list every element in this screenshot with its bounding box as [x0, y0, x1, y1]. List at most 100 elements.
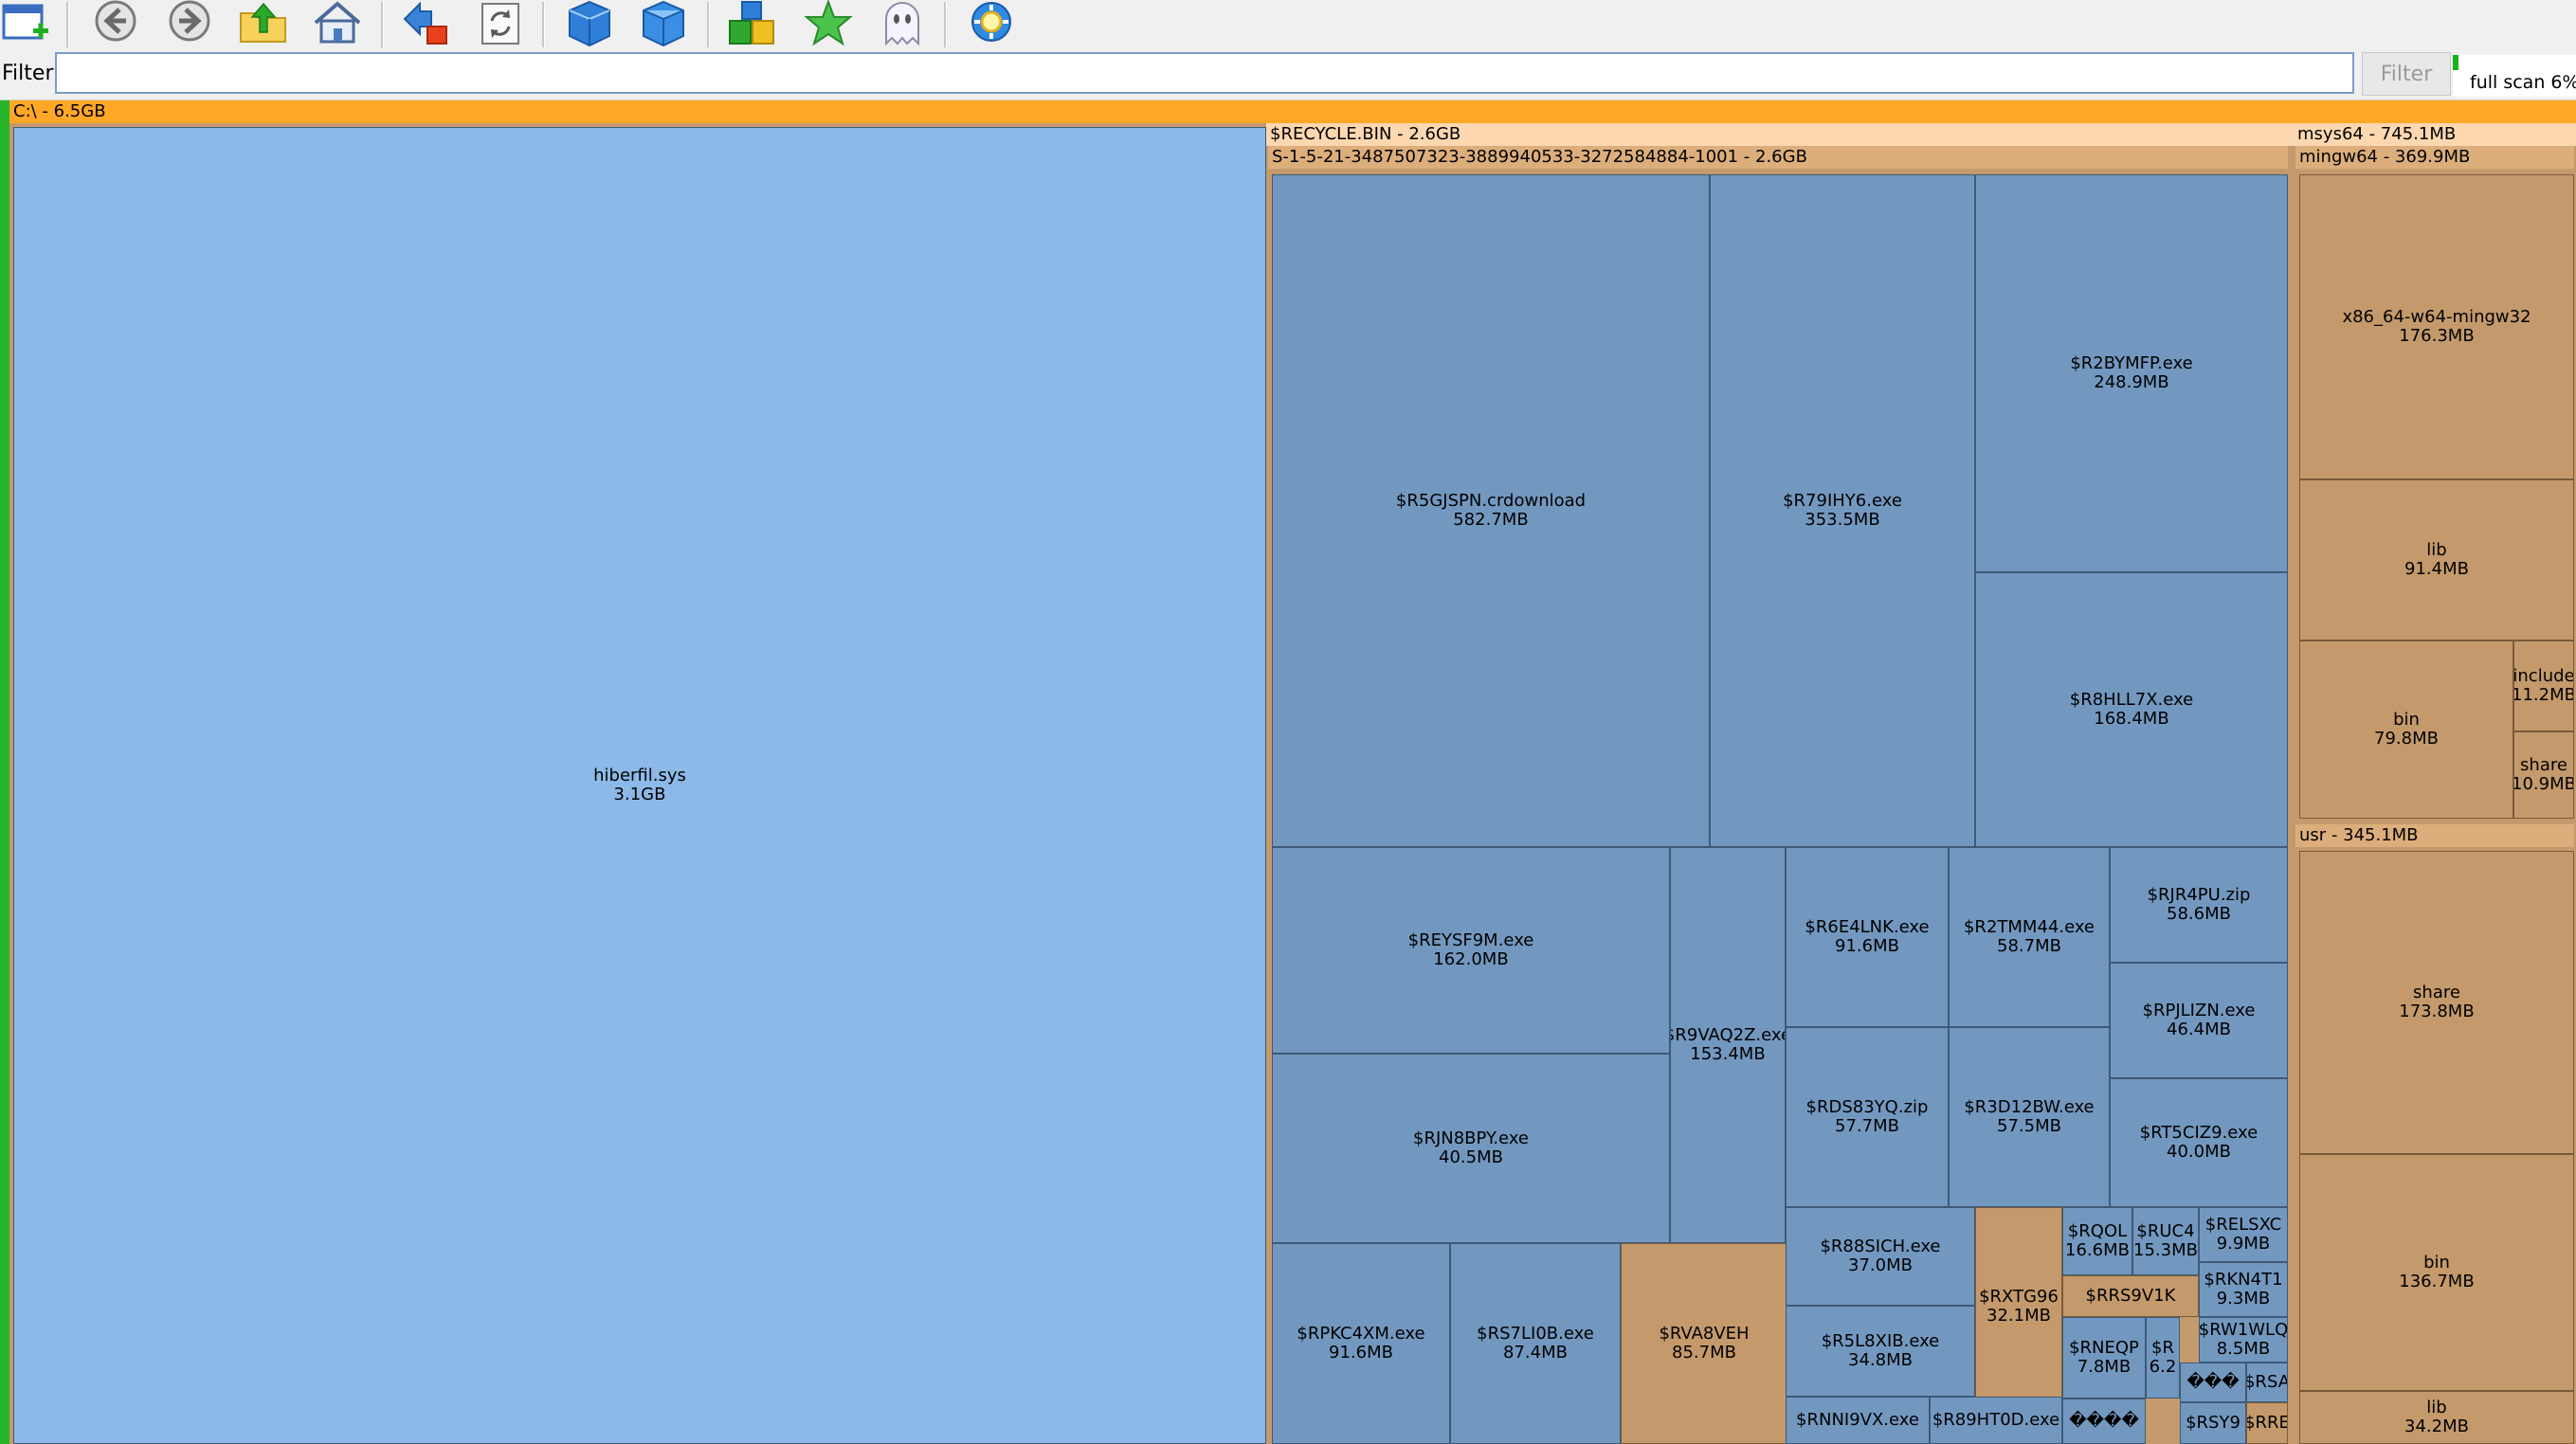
star-icon: [804, 0, 853, 46]
treemap-cell[interactable]: $RW1WLQ 8.5MB: [2199, 1317, 2288, 1363]
treemap-cell[interactable]: $RNEQP 7.8MB: [2062, 1317, 2146, 1399]
treemap-cell[interactable]: $RJN8BPY.exe 40.5MB: [1272, 1054, 1670, 1243]
cell-size: 57.5MB: [1997, 1116, 2061, 1136]
cell-size: 40.0MB: [2167, 1142, 2231, 1162]
cell-name: x86_64-w64-mingw32: [2342, 307, 2531, 327]
treemap-cell[interactable]: $RSY9: [2180, 1402, 2246, 1444]
treemap-cell[interactable]: $R2BYMFP.exe 248.9MB: [1975, 174, 2288, 572]
cell-name: $RNNI9VX.exe: [1796, 1410, 1919, 1430]
cell-size: 87.4MB: [1503, 1343, 1568, 1363]
treemap-cell[interactable]: $RXTG96 32.1MB: [1975, 1207, 2062, 1406]
treemap-cell[interactable]: $RT5CIZ9.exe 40.0MB: [2110, 1078, 2288, 1207]
cell-size: 9.9MB: [2216, 1234, 2271, 1254]
treemap-cell[interactable]: share 173.8MB: [2299, 851, 2574, 1154]
forward-button[interactable]: [163, 0, 216, 47]
blue-cube-open-button[interactable]: [637, 0, 690, 47]
treemap-cell[interactable]: $R 6.2: [2146, 1317, 2180, 1399]
treemap-cell[interactable]: $R5GJSPN.crdownload 582.7MB: [1272, 174, 1710, 847]
ghost-button[interactable]: [876, 0, 929, 47]
cell-name: $RJN8BPY.exe: [1413, 1128, 1529, 1148]
treemap-cell[interactable]: $RNNI9VX.exe: [1786, 1397, 1930, 1444]
settings-button[interactable]: [965, 0, 1018, 47]
treemap-cell[interactable]: hiberfil.sys 3.1GB: [13, 127, 1266, 1444]
cell-size: 153.4MB: [1690, 1044, 1766, 1064]
cell-name: $RJR4PU.zip: [2147, 885, 2251, 905]
treemap-cell[interactable]: $R9VAQ2Z.exe 153.4MB: [1670, 847, 1786, 1243]
toolbar: [0, 0, 2576, 52]
treemap-cell[interactable]: $RDS83YQ.zip 57.7MB: [1786, 1027, 1949, 1207]
cell-size: 162.0MB: [1433, 949, 1509, 969]
blocks-button[interactable]: [726, 0, 779, 47]
new-window-button[interactable]: [0, 0, 53, 47]
cell-size: 6.2: [2149, 1357, 2177, 1377]
toolbar-separator: [381, 2, 384, 47]
treemap-cell[interactable]: $R2TMM44.exe 58.7MB: [1949, 847, 2110, 1027]
treemap-cell[interactable]: $REYSF9M.exe 162.0MB: [1272, 847, 1670, 1054]
recycle-bin-header[interactable]: $RECYCLE.BIN - 2.6GB: [1266, 123, 2294, 146]
cell-name: $RDS83YQ.zip: [1805, 1097, 1929, 1117]
cell-name: $R: [2151, 1338, 2174, 1358]
toolbar-separator: [542, 2, 545, 47]
treemap-cell[interactable]: lib 91.4MB: [2299, 479, 2574, 641]
treemap-cell[interactable]: $RSA: [2246, 1363, 2288, 1402]
treemap-cell[interactable]: $R5L8XIB.exe 34.8MB: [1786, 1306, 1975, 1397]
filter-input[interactable]: [55, 52, 2354, 94]
home-button[interactable]: [311, 0, 364, 47]
sid-folder-header[interactable]: S-1-5-21-3487507323-3889940533-327258488…: [1268, 146, 2288, 169]
cell-size: 11.2MB: [2513, 685, 2574, 705]
up-button[interactable]: [237, 0, 290, 47]
cell-name: $R5GJSPN.crdownload: [1395, 491, 1587, 511]
treemap[interactable]: C:\ - 6.5GB $RECYCLE.BIN - 2.6GB S-1-5-2…: [0, 100, 2576, 1444]
treemap-cell[interactable]: bin 136.7MB: [2299, 1154, 2574, 1391]
treemap-cell[interactable]: $R89HT0D.exe: [1930, 1397, 2062, 1444]
blue-cube-button[interactable]: [563, 0, 616, 47]
cell-size: 8.5MB: [2216, 1339, 2271, 1359]
treemap-cell[interactable]: $RKN4T1 9.3MB: [2199, 1262, 2288, 1317]
toolbar-separator: [66, 2, 69, 47]
cell-size: 353.5MB: [1805, 510, 1880, 530]
treemap-cell[interactable]: include 11.2MB: [2513, 641, 2574, 731]
cell-size: 34.8MB: [1848, 1350, 1913, 1370]
treemap-cell[interactable]: $RJR4PU.zip 58.6MB: [2110, 847, 2288, 963]
mingw64-header[interactable]: mingw64 - 369.9MB: [2295, 146, 2574, 169]
treemap-cell[interactable]: lib 34.2MB: [2299, 1391, 2574, 1444]
cell-size: 79.8MB: [2374, 729, 2439, 749]
msys64-header[interactable]: msys64 - 745.1MB: [2294, 123, 2576, 146]
usr-header[interactable]: usr - 345.1MB: [2295, 824, 2574, 847]
cell-size: 91.6MB: [1329, 1343, 1393, 1363]
cell-size: 85.7MB: [1672, 1343, 1736, 1363]
treemap-cell[interactable]: bin 79.8MB: [2299, 641, 2513, 819]
treemap-cell[interactable]: share 10.9MB: [2513, 731, 2574, 819]
cell-size: 40.5MB: [1439, 1147, 1503, 1167]
treemap-cell[interactable]: $R88SICH.exe 37.0MB: [1786, 1207, 1975, 1306]
cell-size: 3.1GB: [613, 785, 666, 804]
treemap-cell[interactable]: $R3D12BW.exe 57.5MB: [1949, 1027, 2110, 1207]
treemap-cell[interactable]: $R8HLL7X.exe 168.4MB: [1975, 572, 2288, 847]
cube-icon: [569, 0, 610, 47]
cell-name: $RSA: [2246, 1372, 2288, 1392]
treemap-cell[interactable]: $RELSXC 9.9MB: [2199, 1207, 2288, 1262]
refresh-icon: [481, 3, 519, 45]
treemap-cell[interactable]: $RRS9V1K: [2062, 1275, 2199, 1317]
treemap-cell[interactable]: $RVA8VEH 85.7MB: [1621, 1243, 1787, 1444]
treemap-cell[interactable]: ���: [2180, 1363, 2246, 1402]
root-folder-header[interactable]: C:\ - 6.5GB: [9, 100, 2576, 123]
treemap-cell[interactable]: ����: [2062, 1399, 2146, 1444]
scan-progress-bar: [2453, 55, 2458, 70]
cell-name: $RNEQP: [2069, 1338, 2139, 1358]
favorites-button[interactable]: [802, 0, 855, 47]
treemap-cell[interactable]: $RRE: [2246, 1402, 2288, 1444]
filter-button[interactable]: Filter: [2362, 52, 2451, 96]
zoom-button[interactable]: [398, 0, 451, 47]
treemap-cell[interactable]: $RS7LI0B.exe 87.4MB: [1450, 1243, 1621, 1444]
treemap-cell[interactable]: $R6E4LNK.exe 91.6MB: [1786, 847, 1949, 1027]
treemap-cell[interactable]: x86_64-w64-mingw32 176.3MB: [2299, 174, 2574, 479]
back-button[interactable]: [89, 0, 142, 47]
treemap-cell[interactable]: $RQOL 16.6MB: [2062, 1207, 2132, 1275]
treemap-cell[interactable]: $RUC4 15.3MB: [2132, 1207, 2199, 1275]
treemap-cell[interactable]: $RPJLIZN.exe 46.4MB: [2110, 963, 2288, 1078]
treemap-cell[interactable]: $R79IHY6.exe 353.5MB: [1710, 174, 1975, 847]
treemap-cell[interactable]: $RPKC4XM.exe 91.6MB: [1272, 1243, 1450, 1444]
refresh-button[interactable]: [476, 0, 529, 47]
toolbar-separator: [707, 2, 710, 47]
